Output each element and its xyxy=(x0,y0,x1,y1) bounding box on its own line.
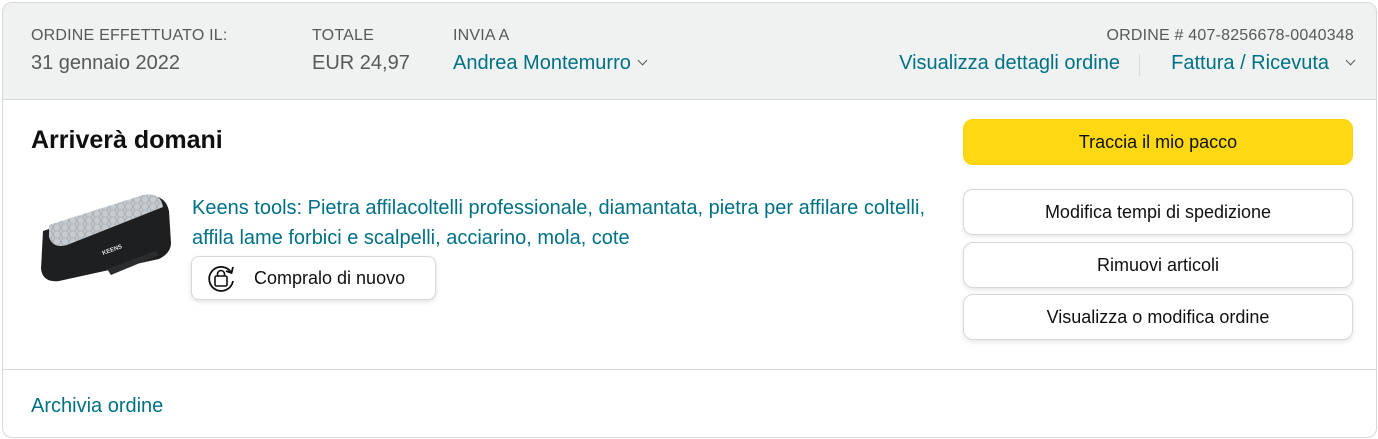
order-header: ORDINE EFFETTUATO IL: 31 gennaio 2022 TO… xyxy=(3,3,1376,100)
ship-to-name: Andrea Montemurro xyxy=(453,52,631,74)
order-placed-value: 31 gennaio 2022 xyxy=(31,52,181,74)
header-separator xyxy=(1139,54,1140,76)
track-package-button[interactable]: Traccia il mio pacco xyxy=(963,119,1353,165)
ship-to-label: INVIA A xyxy=(453,27,510,44)
invoice-link-label: Fattura / Ricevuta xyxy=(1171,52,1329,74)
order-number: ORDINE # 407-8256678-0040348 xyxy=(1106,27,1354,44)
invoice-dropdown[interactable]: Fattura / Ricevuta xyxy=(1171,52,1356,75)
buy-again-icon xyxy=(208,266,234,292)
product-title-link[interactable]: Keens tools: Pietra affilacoltelli profe… xyxy=(192,193,937,253)
chevron-down-icon xyxy=(1345,55,1356,66)
archive-order-link[interactable]: Archivia ordine xyxy=(31,395,163,418)
total-label: TOTALE xyxy=(312,27,374,44)
ship-to-dropdown[interactable]: Andrea Montemurro xyxy=(453,52,648,75)
view-edit-order-button[interactable]: Visualizza o modifica ordine xyxy=(963,294,1353,340)
product-image[interactable]: KEENS xyxy=(37,189,177,289)
order-placed-label: ORDINE EFFETTUATO IL: xyxy=(31,27,228,44)
view-order-details-link[interactable]: Visualizza dettagli ordine xyxy=(899,52,1120,75)
buy-again-label: Compralo di nuovo xyxy=(254,268,406,288)
total-value: EUR 24,97 xyxy=(312,52,410,74)
remove-items-button[interactable]: Rimuovi articoli xyxy=(963,242,1353,288)
delivery-status-title: Arriverà domani xyxy=(31,126,223,154)
change-delivery-button[interactable]: Modifica tempi di spedizione xyxy=(963,189,1353,235)
chevron-down-icon xyxy=(637,55,648,66)
footer-divider xyxy=(3,369,1376,370)
buy-again-button[interactable]: Compralo di nuovo xyxy=(191,256,436,300)
order-card: ORDINE EFFETTUATO IL: 31 gennaio 2022 TO… xyxy=(2,2,1377,438)
